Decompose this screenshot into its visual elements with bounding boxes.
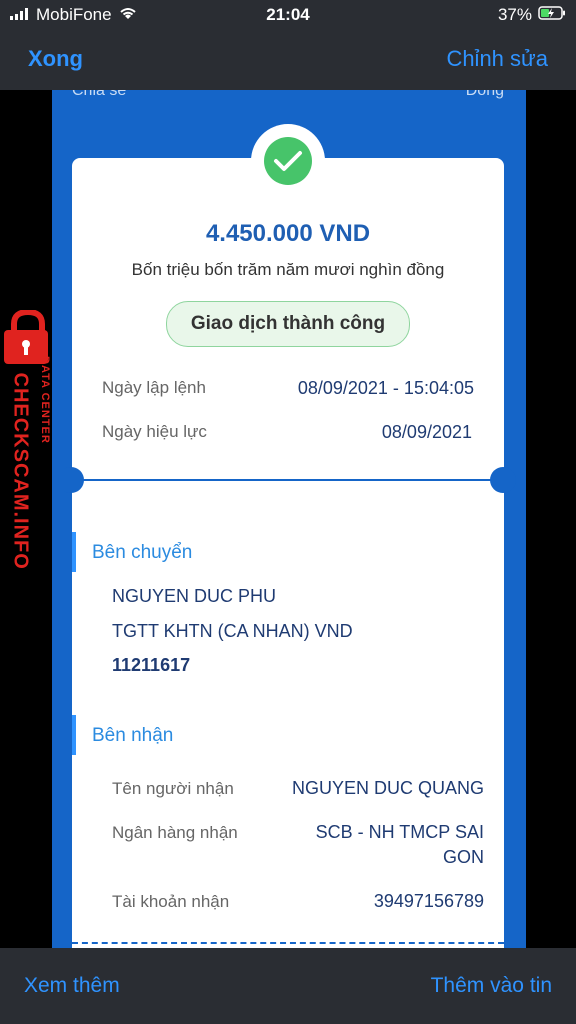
sender-section-title: Bên chuyển bbox=[92, 542, 193, 563]
ticket-notch-right bbox=[490, 467, 516, 493]
amount-in-words: Bốn triệu bốn trăm năm mươi nghìn đồng bbox=[131, 260, 445, 279]
share-label: Chia sẻ bbox=[72, 90, 127, 99]
status-badge: Giao dịch thành công bbox=[166, 301, 410, 347]
order-date-value: 08/09/2021 - 15:04:05 bbox=[297, 378, 474, 398]
sender-account-number: 11211617 bbox=[112, 655, 191, 675]
section-accent-bar bbox=[72, 715, 76, 755]
divider bbox=[72, 479, 504, 481]
success-badge bbox=[251, 124, 325, 198]
status-bar: MobiFone 21:04 37% bbox=[0, 0, 576, 30]
see-more-button[interactable]: Xem thêm bbox=[24, 974, 120, 998]
recipient-name-value: NGUYEN DUC QUANG bbox=[291, 778, 484, 798]
watermark-sub: DATA CENTER bbox=[39, 356, 51, 444]
dashed-divider bbox=[72, 942, 504, 944]
recipient-bank-value-line2: GON bbox=[442, 847, 484, 867]
recipient-account-value: 39497156789 bbox=[373, 891, 484, 911]
bottom-toolbar: Xem thêm Thêm vào tin bbox=[0, 948, 576, 1024]
recipient-account-label: Tài khoản nhận bbox=[112, 892, 230, 911]
recipient-bank-label: Ngân hàng nhận bbox=[112, 823, 238, 842]
recipient-name-label: Tên người nhận bbox=[112, 779, 234, 798]
recipient-section-title: Bên nhận bbox=[92, 725, 174, 746]
battery-group: 37% bbox=[498, 5, 566, 25]
watermark-brand: CHECKSCAM.INFO bbox=[9, 372, 32, 570]
effective-date-value: 08/09/2021 bbox=[381, 422, 472, 442]
close-label: Đóng bbox=[465, 90, 504, 99]
order-date-label: Ngày lập lệnh bbox=[102, 378, 206, 397]
transfer-amount: 4.450.000 VND bbox=[205, 220, 371, 247]
effective-date-label: Ngày hiệu lực bbox=[102, 422, 207, 441]
edit-button[interactable]: Chỉnh sửa bbox=[446, 46, 548, 72]
top-nav-bar: Xong Chỉnh sửa bbox=[0, 30, 576, 90]
recipient-bank-value-line1: SCB - NH TMCP SAI bbox=[315, 822, 484, 842]
clock: 21:04 bbox=[266, 5, 310, 24]
sender-name: NGUYEN DUC PHU bbox=[112, 586, 277, 606]
check-icon bbox=[264, 137, 312, 185]
screenshot-viewer: Chia sẻ Đóng 4.450.000 VND Bốn triệu bốn… bbox=[0, 90, 576, 948]
section-accent-bar bbox=[72, 532, 76, 572]
sender-account-type: TGTT KHTN (CA NHAN) VND bbox=[112, 621, 353, 641]
watermark: CHECKSCAM.INFO DATA CENTER bbox=[0, 308, 62, 590]
battery-percent: 37% bbox=[497, 5, 532, 24]
done-button[interactable]: Xong bbox=[28, 46, 83, 72]
battery-icon bbox=[538, 5, 566, 25]
add-to-message-button[interactable]: Thêm vào tin bbox=[431, 974, 552, 998]
